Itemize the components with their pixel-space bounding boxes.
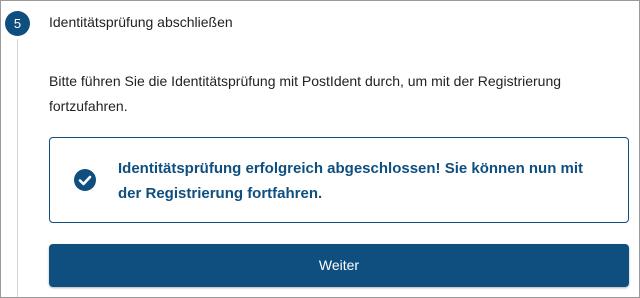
step-number-badge: 5 [5,11,30,36]
intro-text: Bitte führen Sie die Identitätsprüfung m… [49,73,562,114]
step-panel: 5 Identitätsprüfung abschließen Bitte fü… [0,0,640,298]
step-title: Identitätsprüfung abschließen [49,14,233,30]
step-connector-line [17,39,18,297]
success-message-text: Identitätsprüfung erfolgreich abgeschlos… [118,160,584,202]
check-circle-icon [74,169,96,191]
success-message-box: Identitätsprüfung erfolgreich abgeschlos… [49,137,629,223]
continue-button[interactable]: Weiter [49,244,629,287]
